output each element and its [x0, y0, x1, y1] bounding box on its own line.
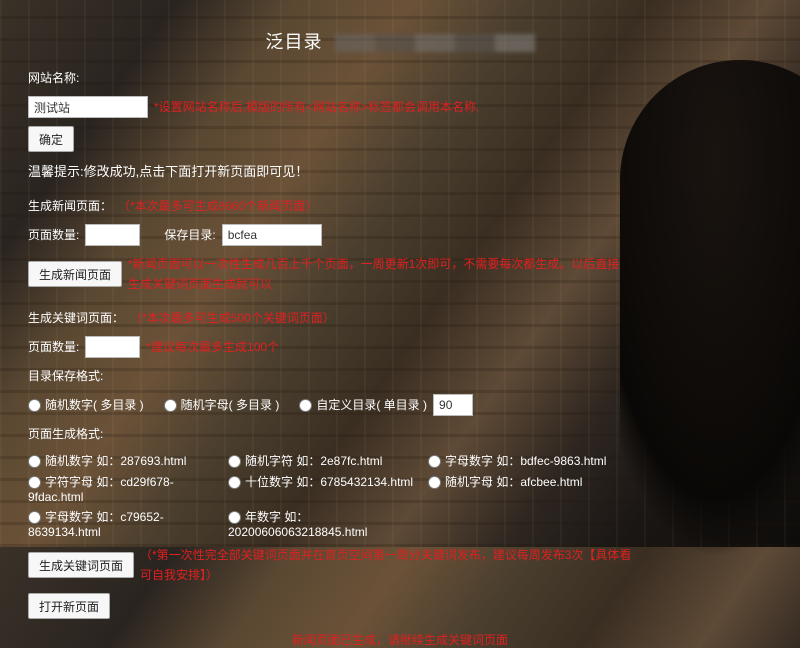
news-dir-label: 保存目录: [164, 225, 215, 245]
news-limit-hint: （*本次最多可生成8660个新闻页面） [118, 196, 317, 216]
pagefmt-opt-a[interactable]: 随机数字 如：287693.html [28, 452, 228, 469]
gen-news-button[interactable]: 生成新闻页面 [28, 261, 122, 287]
gen-keyword-button[interactable]: 生成关键词页面 [28, 552, 134, 578]
page-title-prefix: 泛目录 [265, 32, 322, 52]
kw-count-label: 页面数量: [28, 337, 79, 357]
dirfmt-label: 目录保存格式: [28, 366, 103, 386]
pagefmt-opt-g[interactable]: 字母数字 如：c79652-8639134.html [28, 508, 228, 539]
pagefmt-opt-e[interactable]: 十位数字 如：6785432134.html [228, 473, 428, 504]
title-censored [335, 34, 535, 52]
footer-hint: 新闻页面已生成，请继续生成关键词页面 [28, 631, 772, 648]
site-name-label: 网站名称: [28, 68, 79, 88]
dirfmt-opt-digits[interactable]: 随机数字( 多目录 ) [28, 395, 144, 415]
site-name-input[interactable] [28, 96, 148, 118]
news-gen-hint: *新闻页面可以一次性生成几百上千个页面，一周更新1次即可，不需要每次都生成。以后… [128, 254, 648, 294]
confirm-button[interactable]: 确定 [28, 126, 74, 152]
pagefmt-opt-h[interactable]: 年数字 如：20200606063218845.html [228, 508, 428, 539]
kw-gen-hint: （*第一次性完全部关键词页面并在首页空间第一周分关键词发布，建议每周发布3次【具… [140, 545, 640, 585]
news-dir-input[interactable] [222, 224, 322, 246]
open-new-page-button[interactable]: 打开新页面 [28, 593, 110, 619]
pagefmt-opt-d[interactable]: 字符字母 如：cd29f678-9fdac.html [28, 473, 228, 504]
pagefmt-opt-b[interactable]: 随机字符 如：2e87fc.html [228, 452, 428, 469]
pagefmt-label: 页面生成格式: [28, 424, 103, 444]
dirfmt-opt-letters[interactable]: 随机字母( 多目录 ) [164, 395, 280, 415]
news-count-label: 页面数量: [28, 225, 79, 245]
dirfmt-custom-input[interactable] [433, 394, 473, 416]
kw-count-hint: *建议每次最多生成100个 [146, 337, 279, 357]
news-count-input[interactable] [85, 224, 140, 246]
kw-heading: 生成关键词页面： [28, 308, 124, 328]
kw-count-input[interactable] [85, 336, 140, 358]
news-heading: 生成新闻页面： [28, 196, 112, 216]
success-tip: 温馨提示:修改成功,点击下面打开新页面即可见！ [28, 162, 308, 182]
dirfmt-opt-custom[interactable]: 自定义目录( 单目录 ) [299, 395, 427, 415]
site-name-hint: *设置网站名称后,模版的所有<网站名称>标签都会调用本名称. [154, 97, 479, 117]
pagefmt-opt-f[interactable]: 随机字母 如：afcbee.html [428, 473, 628, 504]
kw-limit-hint: （*本次最多可生成500个关键词页面） [130, 308, 335, 328]
pagefmt-opt-c[interactable]: 字母数字 如：bdfec-9863.html [428, 452, 628, 469]
